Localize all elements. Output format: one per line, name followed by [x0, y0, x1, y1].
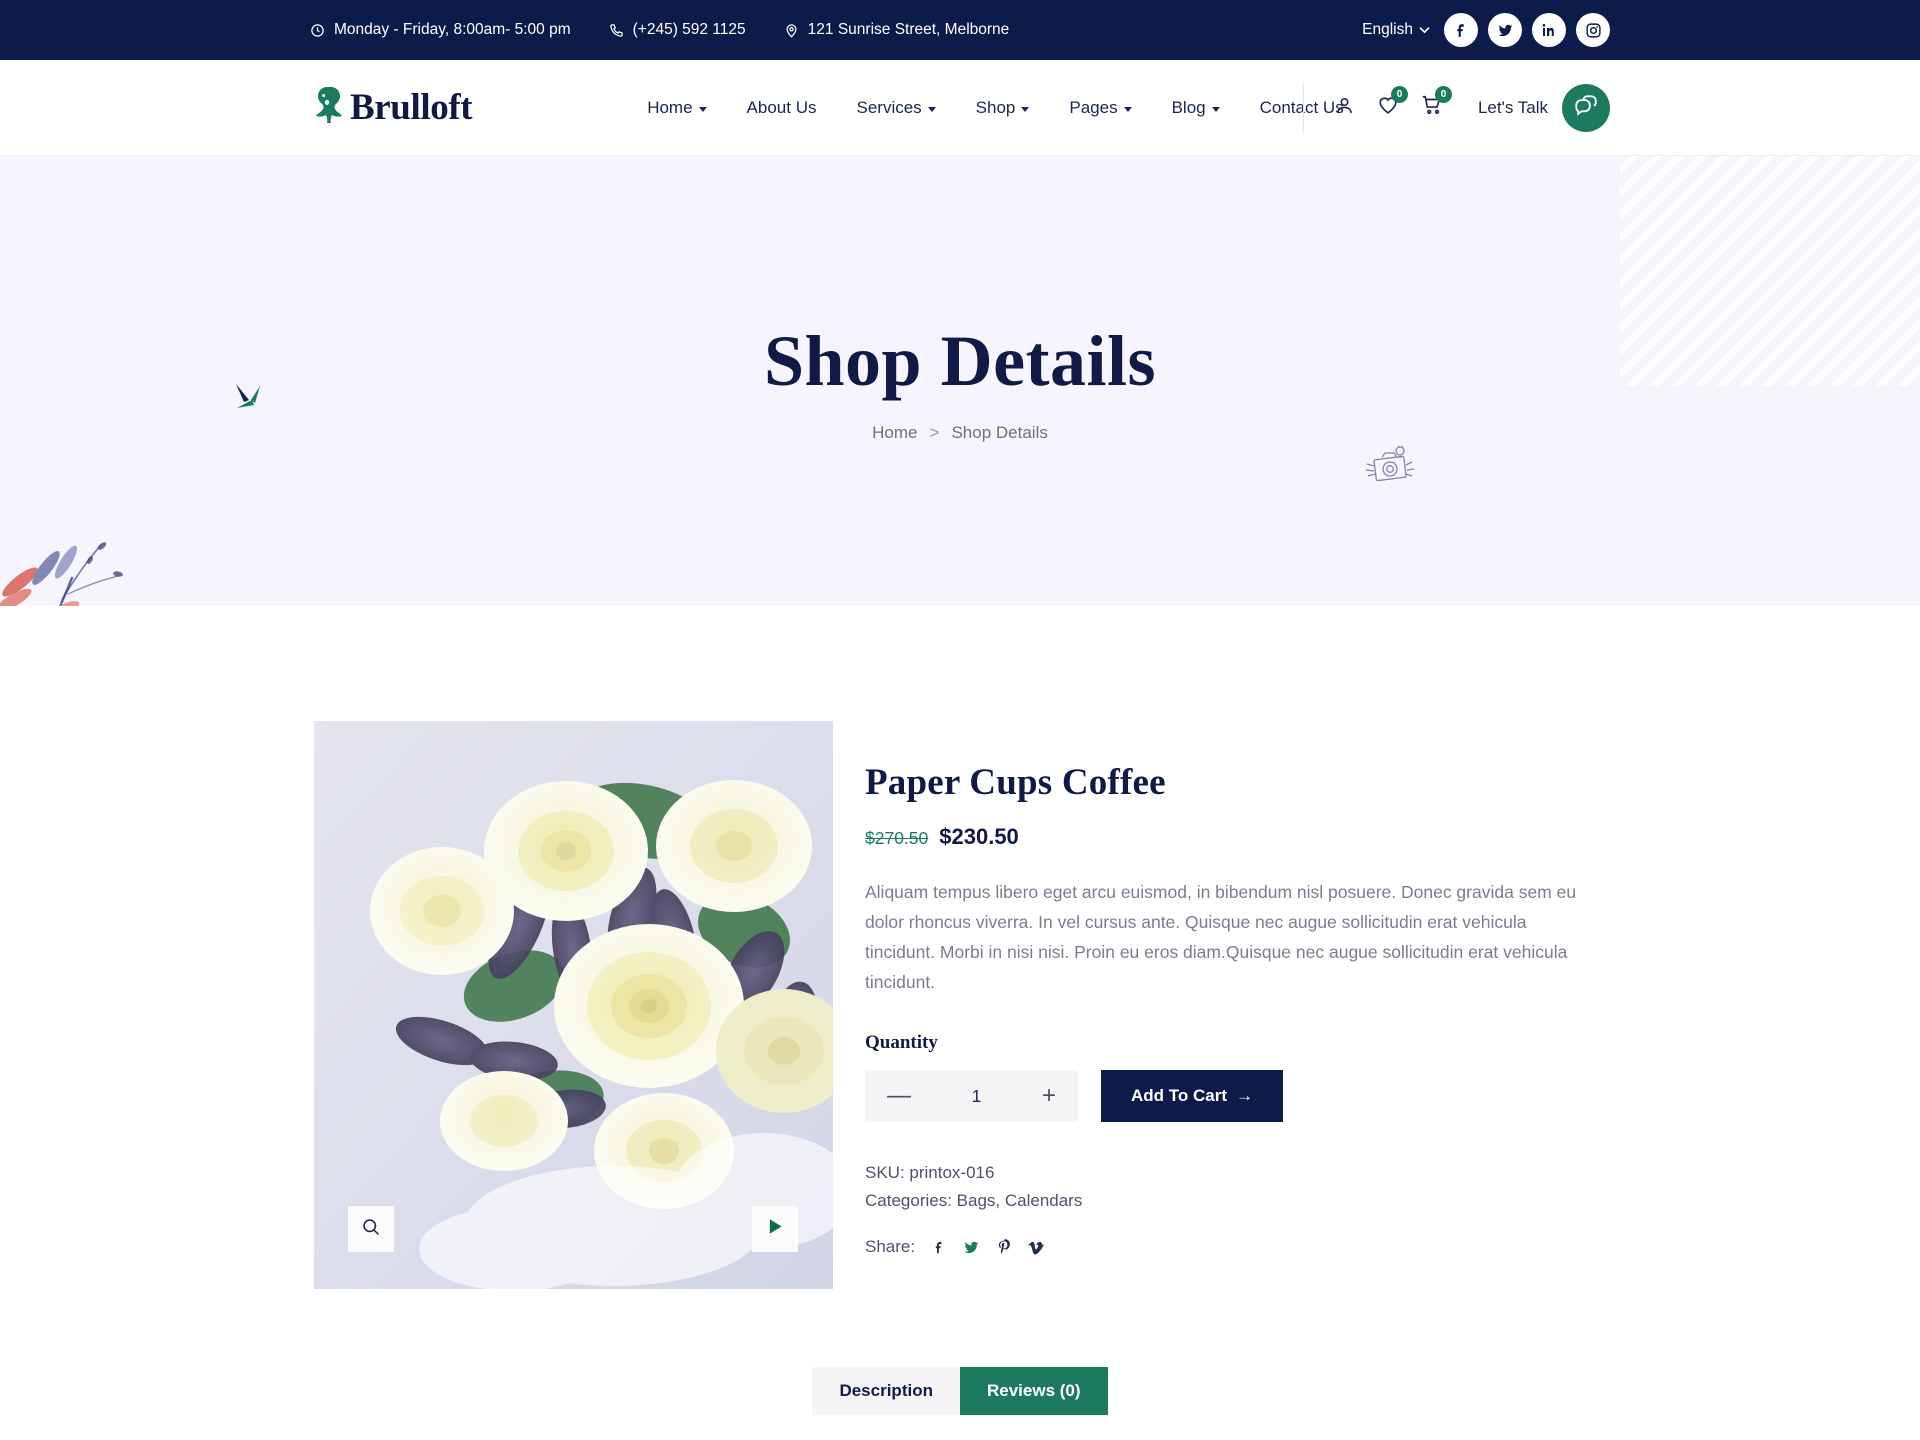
product-gallery[interactable]: [314, 721, 833, 1289]
location-pin-icon: [784, 23, 799, 38]
nav-item-pages[interactable]: Pages: [1069, 97, 1132, 118]
brand-name: Brulloft: [350, 87, 473, 128]
lets-talk-label: Let's Talk: [1477, 97, 1548, 117]
add-to-cart-label: Add To Cart: [1131, 1086, 1228, 1106]
instagram-icon[interactable]: [1576, 13, 1610, 47]
nav-item-about-us[interactable]: About Us: [747, 98, 817, 118]
current-price: $230.50: [939, 824, 1019, 849]
search-icon: [361, 1217, 381, 1242]
nav-label-pages: Pages: [1069, 97, 1118, 117]
breadcrumb-home[interactable]: Home: [872, 423, 917, 443]
business-hours: Monday - Friday, 8:00am- 5:00 pm: [310, 21, 571, 39]
product-tabs: Description Reviews (0): [0, 1367, 1920, 1415]
twitter-icon[interactable]: [1488, 13, 1522, 47]
gallery-zoom-button[interactable]: [348, 1206, 394, 1252]
nav-label-about-us: About Us: [746, 97, 817, 117]
product-section: Paper Cups Coffee $270.50 $230.50 Aliqua…: [314, 606, 1920, 1289]
user-icon: [1334, 95, 1355, 121]
facebook-icon[interactable]: [1444, 13, 1478, 47]
watercolor-branch-decoration: [0, 516, 150, 606]
gallery-next-button[interactable]: [752, 1206, 798, 1252]
arrow-right-icon: →: [1236, 1086, 1254, 1106]
share-row: Share:: [865, 1237, 1610, 1257]
chevron-down-icon: [1123, 106, 1132, 112]
product-info: Paper Cups Coffee $270.50 $230.50 Aliqua…: [865, 721, 1610, 1289]
page-title: Shop Details: [763, 320, 1157, 401]
product-meta: SKU: printox-016 Categories: Bags, Calen…: [865, 1159, 1610, 1214]
twitter-icon[interactable]: [963, 1239, 980, 1256]
share-icon-group: [932, 1239, 1045, 1256]
quantity-value[interactable]: 1: [972, 1086, 982, 1107]
tab-reviews[interactable]: Reviews (0): [959, 1367, 1108, 1415]
pinterest-icon[interactable]: [996, 1239, 1012, 1255]
play-icon: [767, 1218, 784, 1240]
breadcrumb-current: Shop Details: [951, 422, 1048, 442]
confetti-decoration: [230, 378, 270, 423]
phone-number[interactable]: (+245) 592 1125: [609, 21, 746, 39]
chevron-down-icon: [1419, 21, 1430, 39]
lets-talk-group[interactable]: Let's Talk: [1477, 83, 1610, 132]
top-bar-actions: English: [1362, 13, 1610, 47]
wishlist-count-badge: 0: [1390, 86, 1408, 103]
chevron-down-icon: [698, 106, 707, 112]
language-label: English: [1362, 21, 1413, 38]
header-actions: 0 0 Let's Talk: [1302, 81, 1610, 134]
nav-label-services: Services: [856, 97, 922, 117]
nav-item-blog[interactable]: Blog: [1172, 98, 1220, 118]
facebook-icon[interactable]: [932, 1240, 947, 1255]
product-sku: SKU: printox-016: [865, 1163, 995, 1183]
top-bar: Monday - Friday, 8:00am- 5:00 pm (+245) …: [0, 0, 1920, 60]
nav-item-home[interactable]: Home: [647, 97, 707, 118]
page-hero: Shop Details Home > Shop Details: [0, 156, 1920, 606]
address-text: 121 Sunrise Street, Melborne: [807, 21, 1010, 38]
wishlist-button[interactable]: 0: [1377, 86, 1408, 121]
quantity-increment-button[interactable]: +: [1042, 1084, 1056, 1108]
header-icon-group: 0 0: [1302, 81, 1452, 134]
add-to-cart-button[interactable]: Add To Cart →: [1101, 1070, 1284, 1123]
nav-label-blog: Blog: [1171, 97, 1206, 117]
chevron-down-icon: [927, 106, 936, 112]
quantity-label: Quantity: [865, 1032, 938, 1054]
nav-label-shop: Shop: [975, 97, 1016, 117]
address: 121 Sunrise Street, Melborne: [784, 21, 1010, 39]
diagonal-stripes-decoration: [1620, 156, 1920, 386]
quantity-stepper[interactable]: — 1 +: [865, 1070, 1078, 1123]
cart-button[interactable]: 0: [1421, 86, 1452, 121]
product-categories: Categories: Bags, Calendars: [865, 1190, 1083, 1210]
quantity-decrement-button[interactable]: —: [887, 1084, 911, 1108]
top-bar-info: Monday - Friday, 8:00am- 5:00 pm (+245) …: [310, 21, 1009, 39]
chat-button[interactable]: [1562, 83, 1610, 132]
vimeo-icon[interactable]: [1028, 1239, 1045, 1256]
quantity-row: — 1 + Add To Cart →: [865, 1070, 1610, 1123]
nav-item-shop[interactable]: Shop: [976, 98, 1030, 118]
social-links: [1444, 13, 1610, 47]
product-prices: $270.50 $230.50: [865, 824, 1610, 850]
main-navigation: Home About Us Services Shop Pages Blog C…: [647, 98, 1344, 118]
breadcrumb-separator: >: [929, 422, 940, 442]
linkedin-icon[interactable]: [1532, 13, 1566, 47]
site-header: Brulloft Home About Us Services Shop Pag…: [0, 60, 1920, 156]
old-price: $270.50: [865, 828, 929, 848]
chevron-down-icon: [1211, 106, 1220, 112]
product-title: Paper Cups Coffee: [865, 762, 1166, 803]
chat-bubbles-icon: [1573, 92, 1599, 123]
tab-description[interactable]: Description: [812, 1367, 960, 1415]
breadcrumb: Home > Shop Details: [872, 423, 1048, 443]
share-label: Share:: [865, 1237, 916, 1257]
phone-icon: [609, 23, 624, 38]
language-selector[interactable]: English: [1362, 21, 1430, 39]
clock-icon: [310, 23, 325, 38]
logo[interactable]: Brulloft: [310, 85, 473, 130]
business-hours-text: Monday - Friday, 8:00am- 5:00 pm: [334, 21, 571, 38]
nav-label-home: Home: [647, 97, 693, 117]
nav-item-services[interactable]: Services: [856, 97, 936, 118]
camera-doodle-decoration: [1362, 444, 1418, 495]
phone-number-text: (+245) 592 1125: [632, 21, 746, 38]
product-image: [314, 721, 833, 1289]
cart-count-badge: 0: [1434, 86, 1452, 103]
swan-logo-icon: [310, 85, 344, 130]
chevron-down-icon: [1021, 106, 1030, 112]
account-button[interactable]: [1334, 95, 1355, 121]
product-description: Aliquam tempus libero eget arcu euismod,…: [865, 882, 1577, 993]
